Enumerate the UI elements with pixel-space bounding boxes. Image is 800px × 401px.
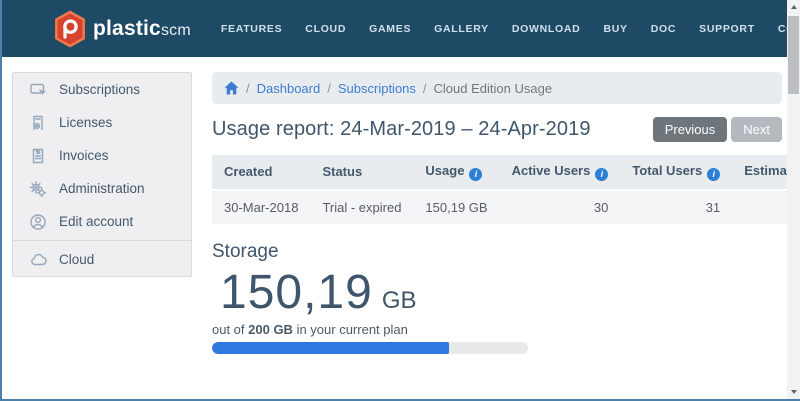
- usage-table-header-row: Created Status Usagei Active Usersi Tota…: [212, 155, 800, 190]
- subscriptions-icon: [29, 81, 47, 99]
- plasticscm-logo-icon: [53, 10, 87, 48]
- nav-item-support[interactable]: SUPPORT: [699, 23, 755, 35]
- breadcrumb-separator: /: [327, 81, 331, 96]
- sidebar-item-administration[interactable]: Administration: [13, 172, 191, 205]
- top-navbar: plasticscm FEATURES CLOUD GAMES GALLERY …: [2, 0, 787, 57]
- browser-window: plasticscm FEATURES CLOUD GAMES GALLERY …: [0, 0, 800, 401]
- account-sidebar: Subscriptions Licenses Invoices: [12, 72, 192, 277]
- nav-item-games[interactable]: GAMES: [369, 23, 411, 35]
- licenses-icon: [29, 114, 47, 132]
- usage-table-row: 30-Mar-2018 Trial - expired 150,19 GB 30…: [212, 190, 800, 224]
- administration-icon: [29, 180, 47, 198]
- brand-text: plasticscm: [93, 17, 191, 41]
- report-pager: Previous Next: [653, 117, 782, 142]
- nav-item-buy[interactable]: BUY: [603, 23, 627, 35]
- scroll-down-icon: [791, 390, 797, 394]
- breadcrumb-separator: /: [246, 81, 250, 96]
- nav-item-download[interactable]: DOWNLOAD: [512, 23, 581, 35]
- storage-progress-bar: [212, 342, 528, 354]
- sidebar-item-edit-account[interactable]: Edit account: [13, 205, 191, 238]
- storage-unit: GB: [382, 287, 417, 315]
- sidebar-item-label: Invoices: [59, 148, 109, 163]
- next-button[interactable]: Next: [731, 117, 782, 142]
- cell-active-users: 30: [500, 190, 621, 224]
- sidebar-divider: [13, 240, 191, 241]
- storage-usage-value: 150,19 GB: [212, 265, 782, 320]
- report-header: Usage report: 24-Mar-2019 – 24-Apr-2019 …: [212, 117, 782, 142]
- plan-amount: 200 GB: [248, 322, 293, 337]
- active-users-info-icon[interactable]: i: [595, 168, 608, 181]
- cell-created: 30-Mar-2018: [212, 190, 310, 224]
- col-status: Status: [310, 155, 413, 190]
- sidebar-item-label: Licenses: [59, 115, 112, 130]
- total-users-info-icon[interactable]: i: [707, 168, 720, 181]
- sidebar-item-licenses[interactable]: Licenses: [13, 106, 191, 139]
- plan-prefix: out of: [212, 322, 248, 337]
- breadcrumb-separator: /: [423, 81, 427, 96]
- sidebar-item-label: Subscriptions: [59, 82, 140, 97]
- nav-item-features[interactable]: FEATURES: [221, 23, 282, 35]
- sidebar-item-subscriptions[interactable]: Subscriptions: [13, 73, 191, 106]
- col-total-users: Total Usersi: [620, 155, 732, 190]
- previous-button[interactable]: Previous: [653, 117, 728, 142]
- breadcrumb-link-dashboard[interactable]: Dashboard: [257, 81, 321, 96]
- brand-light: scm: [161, 22, 191, 39]
- storage-amount: 150,19: [220, 265, 373, 320]
- breadcrumb-link-subscriptions[interactable]: Subscriptions: [338, 81, 416, 96]
- plasticscm-logo[interactable]: plasticscm: [53, 10, 191, 48]
- plan-line: out of 200 GB in your current plan: [212, 322, 782, 337]
- storage-heading: Storage: [212, 241, 782, 263]
- usage-info-icon[interactable]: i: [469, 168, 482, 181]
- brand-bold: plastic: [93, 17, 161, 40]
- edit-account-icon: [29, 213, 47, 231]
- sidebar-item-cloud[interactable]: Cloud: [13, 243, 191, 276]
- vertical-scrollbar[interactable]: [787, 0, 800, 399]
- cloud-icon: [29, 251, 47, 269]
- page-title: Usage report: 24-Mar-2019 – 24-Apr-2019: [212, 118, 591, 141]
- nav-item-doc[interactable]: DOC: [651, 23, 676, 35]
- usage-table: Created Status Usagei Active Usersi Tota…: [212, 155, 800, 224]
- cell-status: Trial - expired: [310, 190, 413, 224]
- sidebar-item-label: Cloud: [59, 252, 94, 267]
- scrollbar-down-button[interactable]: [787, 385, 800, 399]
- scrollbar-thumb[interactable]: [788, 16, 799, 94]
- sidebar-item-label: Administration: [59, 181, 145, 196]
- main-nav: FEATURES CLOUD GAMES GALLERY DOWNLOAD BU…: [221, 23, 800, 35]
- col-created: Created: [212, 155, 310, 190]
- scrollbar-up-button[interactable]: [787, 0, 800, 14]
- nav-item-gallery[interactable]: GALLERY: [434, 23, 489, 35]
- main-content: / Dashboard / Subscriptions / Cloud Edit…: [212, 72, 782, 354]
- sidebar-item-label: Edit account: [59, 214, 133, 229]
- cell-usage: 150,19 GB: [413, 190, 499, 224]
- col-usage: Usagei: [413, 155, 499, 190]
- sidebar-item-invoices[interactable]: Invoices: [13, 139, 191, 172]
- col-active-users: Active Usersi: [500, 155, 621, 190]
- nav-item-cloud[interactable]: CLOUD: [305, 23, 346, 35]
- home-icon[interactable]: [224, 81, 239, 95]
- breadcrumb-current: Cloud Edition Usage: [434, 81, 553, 96]
- breadcrumb: / Dashboard / Subscriptions / Cloud Edit…: [212, 72, 782, 104]
- scroll-up-icon: [791, 5, 797, 9]
- plan-suffix: in your current plan: [293, 322, 408, 337]
- invoices-icon: [29, 147, 47, 165]
- storage-progress-fill: [212, 342, 449, 354]
- cell-total-users: 31: [620, 190, 732, 224]
